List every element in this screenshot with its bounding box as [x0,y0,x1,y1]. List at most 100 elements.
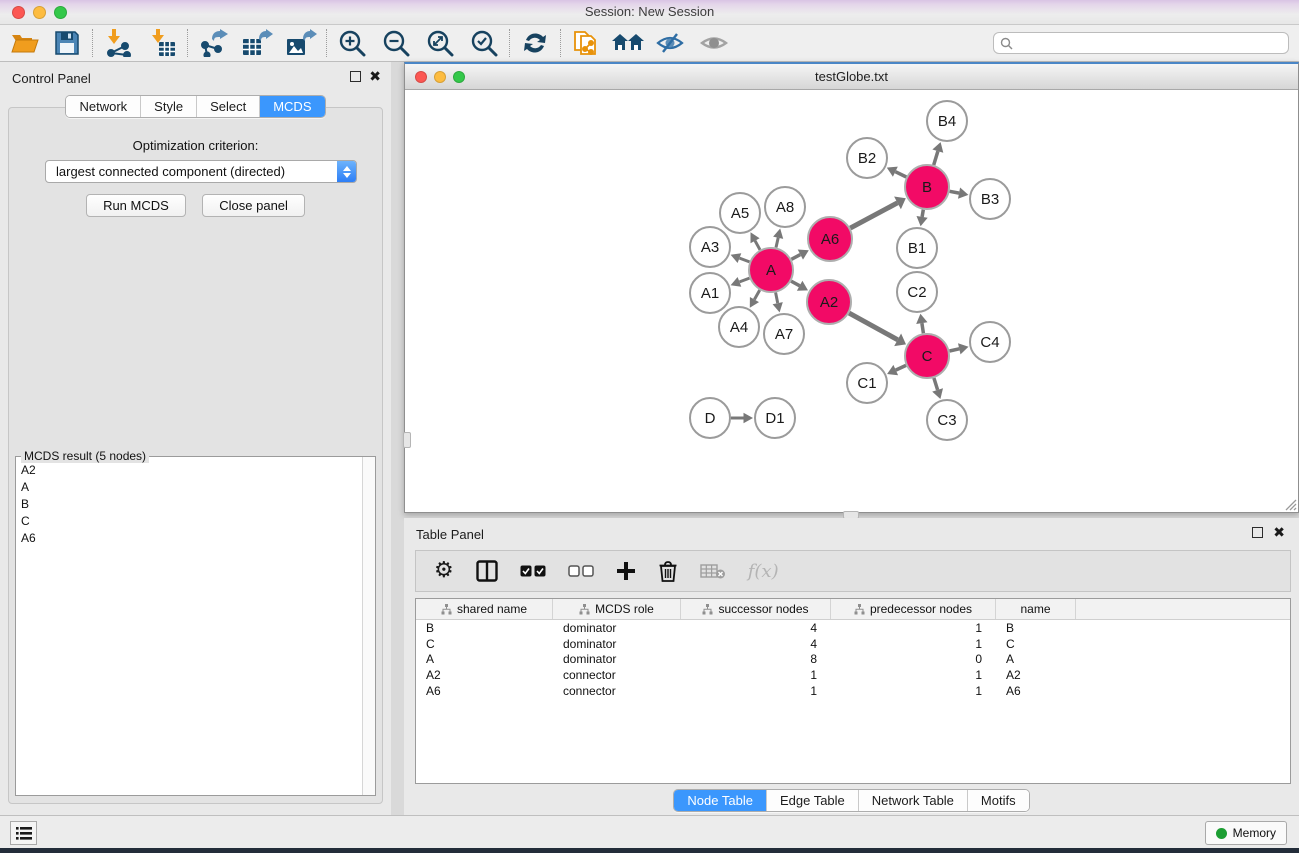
network-window-titlebar[interactable]: testGlobe.txt [405,64,1298,90]
deselect-all-checkboxes-icon[interactable] [568,556,594,586]
table-cell[interactable]: B [416,621,553,635]
table-cell[interactable]: 4 [681,637,831,651]
tab-style[interactable]: Style [140,96,196,117]
function-builder-icon[interactable]: f(x) [748,556,779,586]
add-column-icon[interactable] [616,556,636,586]
table-cell[interactable]: A2 [996,668,1076,682]
mcds-result-item[interactable]: C [16,512,362,529]
table-cell[interactable]: dominator [553,621,681,635]
graph-edge-c-c4[interactable] [950,349,960,351]
table-cell[interactable]: A6 [996,684,1076,698]
zoom-selected-icon[interactable] [467,28,501,58]
window-resize-grip[interactable] [1283,497,1297,511]
network-canvas[interactable]: B4B2BB3A8A5A6A3B1AA1C2A2A4A7C4CC1DD1C3 [405,90,1298,512]
close-table-panel-icon[interactable]: ✖ [1273,527,1285,538]
graph-edge-a-a3[interactable] [740,258,750,262]
graph-edge-a-a7[interactable] [776,293,778,304]
run-mcds-button[interactable]: Run MCDS [86,194,186,217]
table-cell[interactable]: connector [553,668,681,682]
graph-edge-b-b4[interactable] [934,151,938,165]
open-session-icon[interactable] [8,28,42,58]
graph-edge-a-a5[interactable] [755,241,760,250]
zoom-fit-icon[interactable] [423,28,457,58]
float-table-panel-icon[interactable] [1252,527,1263,538]
table-cell[interactable]: 0 [831,652,996,666]
refresh-icon[interactable] [518,28,552,58]
graph-edge-a-a4[interactable] [754,290,759,299]
search-input[interactable] [1017,36,1282,50]
column-header-successor-nodes[interactable]: successor nodes [681,599,831,619]
table-row[interactable]: Adominator80A [416,651,1290,667]
clone-network-icon[interactable] [569,28,603,58]
graph-edge-a-a6[interactable] [791,255,800,260]
table-cell[interactable]: 1 [831,621,996,635]
criterion-dropdown[interactable]: largest connected component (directed) [45,160,357,183]
graph-edge-a2-c[interactable] [849,313,898,340]
table-row[interactable]: A6connector11A6 [416,683,1290,699]
table-cell[interactable]: A6 [416,684,553,698]
save-session-icon[interactable] [50,28,84,58]
tab-mcds[interactable]: MCDS [259,96,324,117]
mcds-result-item[interactable]: A6 [16,529,362,546]
graph-edge-b-b3[interactable] [950,191,960,193]
table-row[interactable]: A2connector11A2 [416,667,1290,683]
table-cell[interactable]: 8 [681,652,831,666]
tab-select[interactable]: Select [196,96,259,117]
close-panel-icon[interactable]: ✖ [369,71,381,82]
table-cell[interactable]: 1 [681,668,831,682]
export-table-icon[interactable] [240,28,274,58]
delete-column-icon[interactable] [658,556,678,586]
graph-edge-b-b1[interactable] [922,210,923,217]
mcds-result-item[interactable]: A [16,478,362,495]
graph-edge-c-c1[interactable] [896,365,906,370]
memory-button[interactable]: Memory [1205,821,1287,845]
table-row[interactable]: Bdominator41B [416,620,1290,636]
result-scrollbar[interactable] [362,457,375,795]
search-field[interactable] [993,32,1289,54]
table-cell[interactable]: C [996,637,1076,651]
table-cell[interactable]: 1 [831,668,996,682]
zoom-in-icon[interactable] [335,28,369,58]
column-header-predecessor-nodes[interactable]: predecessor nodes [831,599,996,619]
delete-table-icon[interactable] [700,556,726,586]
mcds-result-item[interactable]: A2 [16,461,362,478]
tab-motifs[interactable]: Motifs [967,790,1029,811]
table-cell[interactable]: connector [553,684,681,698]
column-header-mcds-role[interactable]: MCDS role [553,599,681,619]
graph-edge-a-a1[interactable] [740,278,750,282]
mcds-result-item[interactable]: B [16,495,362,512]
import-table-icon[interactable] [145,28,179,58]
vertical-splitter-handle[interactable] [403,432,411,448]
import-network-icon[interactable] [101,28,135,58]
tab-network-table[interactable]: Network Table [858,790,967,811]
table-cell[interactable]: 4 [681,621,831,635]
graph-edge-b-b2[interactable] [895,172,906,177]
select-all-checkboxes-icon[interactable] [520,556,546,586]
graph-edge-c-c2[interactable] [922,323,924,333]
table-cell[interactable]: C [416,637,553,651]
table-cell[interactable]: 1 [831,637,996,651]
graph-edge-a-a2[interactable] [791,281,800,286]
task-history-button[interactable] [10,821,37,845]
table-cell[interactable]: A [996,652,1076,666]
export-network-icon[interactable] [196,28,230,58]
close-panel-button[interactable]: Close panel [202,194,305,217]
column-header-name[interactable]: name [996,599,1076,619]
column-header-shared-name[interactable]: shared name [416,599,553,619]
graph-edge-a6-b[interactable] [850,203,897,228]
table-cell[interactable]: B [996,621,1076,635]
tab-node-table[interactable]: Node Table [674,790,766,811]
graph-edge-a-a8[interactable] [776,238,778,248]
table-cell[interactable]: 1 [831,684,996,698]
split-view-icon[interactable] [476,556,498,586]
export-image-icon[interactable] [284,28,318,58]
graph-edge-c-c3[interactable] [934,378,938,390]
table-cell[interactable]: A [416,652,553,666]
hide-selected-eye-icon[interactable] [653,28,687,58]
tab-network[interactable]: Network [66,96,140,117]
tab-edge-table[interactable]: Edge Table [766,790,858,811]
table-cell[interactable]: A2 [416,668,553,682]
table-cell[interactable]: 1 [681,684,831,698]
table-row[interactable]: Cdominator41C [416,636,1290,652]
show-all-eye-icon[interactable] [697,28,731,58]
